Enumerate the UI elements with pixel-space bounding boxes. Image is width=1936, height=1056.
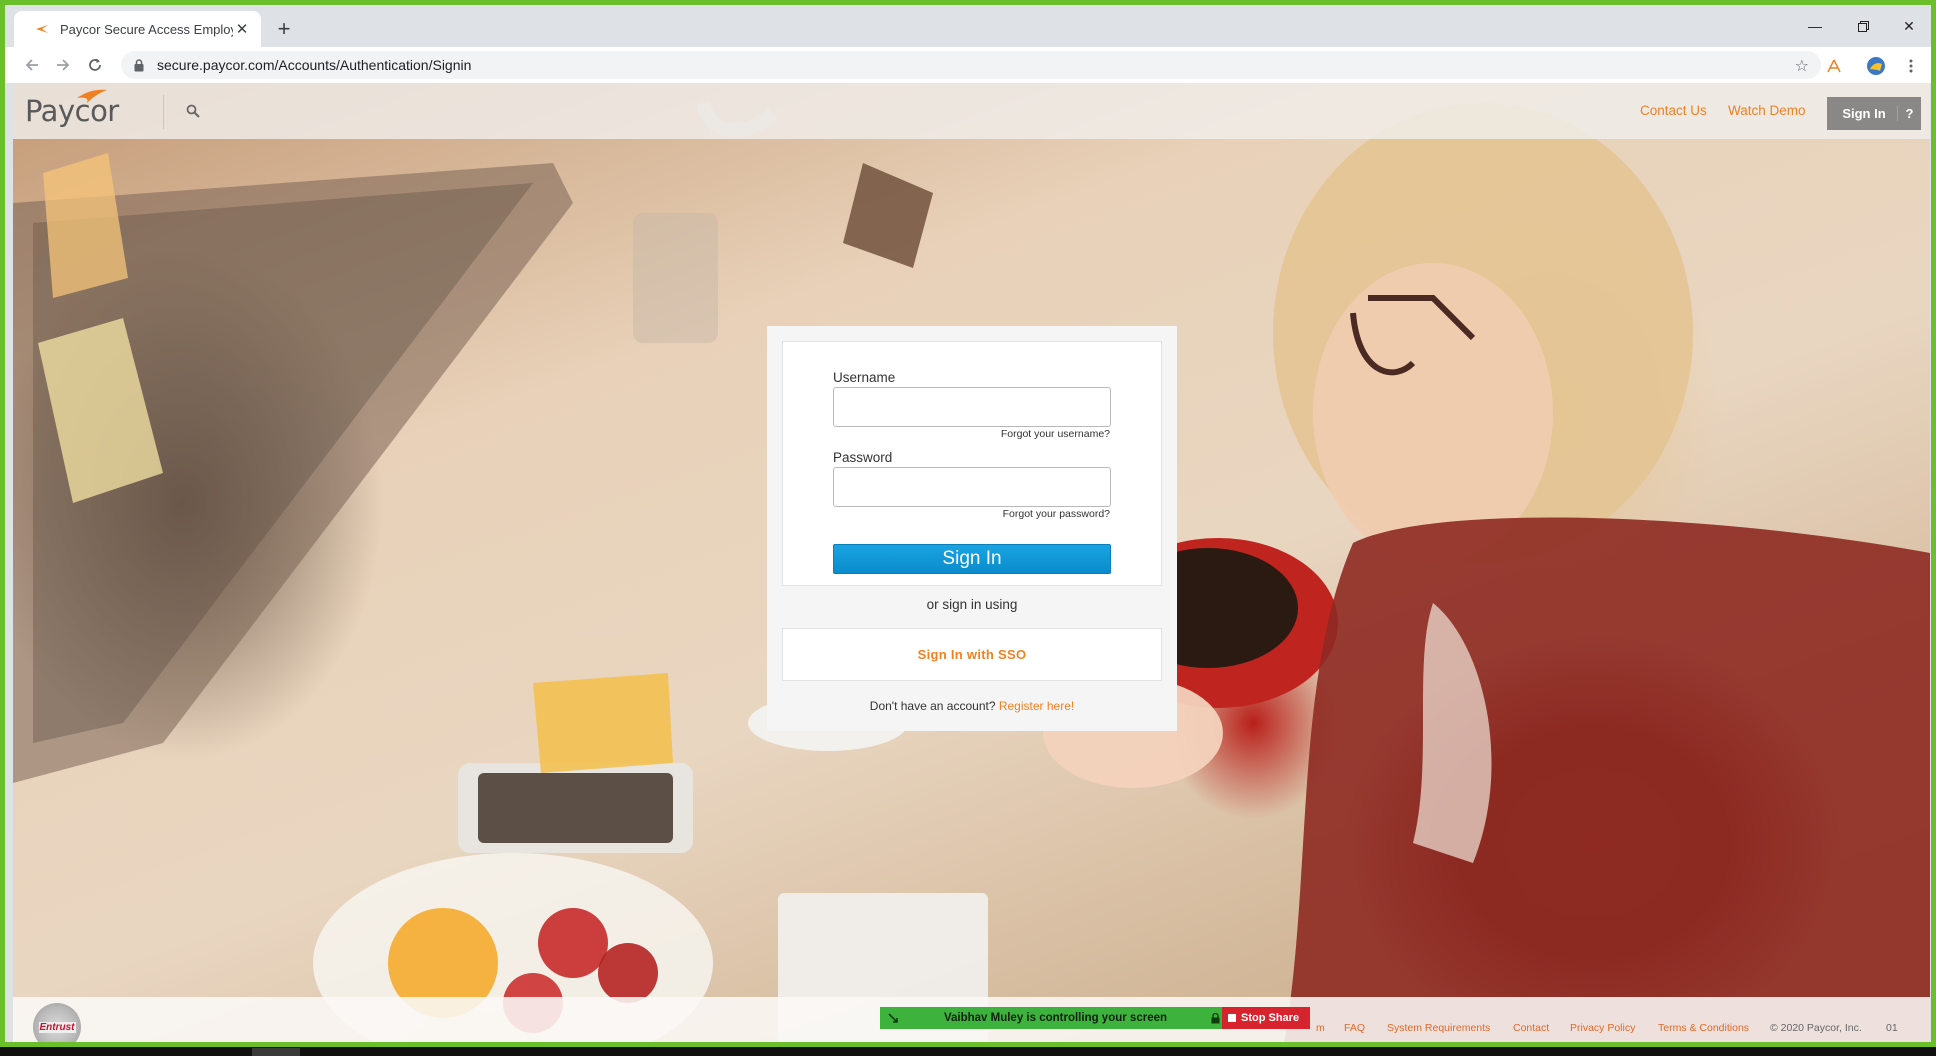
watch-demo-link[interactable]: Watch Demo	[1728, 103, 1806, 118]
new-tab-icon[interactable]: +	[273, 16, 295, 41]
paycor-swoosh-icon	[77, 89, 107, 103]
window-close-icon[interactable]: ✕	[1897, 15, 1921, 37]
os-taskbar	[0, 1047, 1936, 1056]
contact-us-link[interactable]: Contact Us	[1640, 103, 1707, 118]
register-row: Don't have an account? Register here!	[767, 699, 1177, 713]
share-grip-icon[interactable]	[880, 1012, 906, 1024]
reload-icon[interactable]	[84, 54, 106, 76]
footer-trailing-text: 01	[1886, 1022, 1898, 1034]
password-label: Password	[833, 450, 893, 465]
stop-share-button[interactable]: Stop Share	[1222, 1007, 1310, 1029]
browser-tab[interactable]: Paycor Secure Access Employee ✕	[14, 11, 261, 47]
search-icon[interactable]	[183, 101, 203, 121]
profile-avatar-icon[interactable]	[1865, 55, 1887, 77]
lock-icon[interactable]	[131, 58, 147, 72]
minimize-icon[interactable]: —	[1803, 15, 1827, 37]
entrust-seal[interactable]: Entrust	[33, 1003, 81, 1042]
tab-title: Paycor Secure Access Employee	[60, 21, 233, 37]
browser-tab-strip: Paycor Secure Access Employee ✕ + — ✕	[5, 5, 1931, 47]
footer-link-faq[interactable]: FAQ	[1344, 1022, 1365, 1034]
screen-share-banner[interactable]: Vaibhav Muley is controlling your screen	[880, 1007, 1225, 1029]
screen-share-frame: Paycor Secure Access Employee ✕ + — ✕ se…	[0, 0, 1936, 1047]
copyright-text: © 2020 Paycor, Inc.	[1770, 1022, 1862, 1034]
username-input[interactable]	[833, 387, 1111, 427]
sign-in-button[interactable]: Sign In	[833, 544, 1111, 574]
url-text: secure.paycor.com/Accounts/Authenticatio…	[157, 57, 472, 73]
stop-share-label: Stop Share	[1241, 1012, 1300, 1024]
footer-link-system-requirements[interactable]: System Requirements	[1387, 1022, 1490, 1034]
help-icon[interactable]: ?	[1897, 106, 1921, 121]
browser-menu-icon[interactable]	[1900, 55, 1922, 77]
forgot-password-link[interactable]: Forgot your password?	[1003, 508, 1110, 520]
forward-arrow-icon[interactable]	[52, 54, 74, 76]
footer-link-privacy-policy[interactable]: Privacy Policy	[1570, 1022, 1635, 1034]
forgot-username-link[interactable]: Forgot your username?	[1001, 428, 1110, 440]
footer-link-terms[interactable]: Terms & Conditions	[1658, 1022, 1749, 1034]
username-label: Username	[833, 370, 896, 385]
stop-square-icon	[1228, 1014, 1236, 1022]
site-header: Paycor Contact Us Watch Demo Sign In ?	[13, 83, 1930, 139]
paycor-favicon-icon	[34, 21, 50, 37]
acrobat-extension-icon[interactable]	[1823, 55, 1845, 77]
register-link[interactable]: Register here!	[999, 699, 1074, 713]
no-account-text: Don't have an account?	[869, 699, 996, 713]
bookmark-star-icon[interactable]: ☆	[1795, 56, 1809, 76]
login-card: Username Forgot your username? Password …	[767, 326, 1177, 731]
restore-icon[interactable]	[1851, 15, 1875, 37]
page-viewport: Paycor Contact Us Watch Demo Sign In ? U…	[13, 83, 1930, 1042]
taskbar-app-chip[interactable]	[252, 1048, 300, 1056]
browser-toolbar: secure.paycor.com/Accounts/Authenticatio…	[5, 47, 1931, 83]
footer-link-partial[interactable]: m	[1316, 1022, 1325, 1034]
or-sign-in-using-text: or sign in using	[926, 597, 1018, 612]
paycor-logo[interactable]: Paycor	[25, 89, 119, 129]
header-sign-in-button[interactable]: Sign In ?	[1827, 97, 1921, 130]
screen-share-message: Vaibhav Muley is controlling your screen	[943, 1012, 1168, 1024]
tab-close-icon[interactable]: ✕	[233, 20, 251, 38]
sso-sign-in-button[interactable]: Sign In with SSO	[782, 628, 1162, 681]
footer-link-contact[interactable]: Contact	[1513, 1022, 1549, 1034]
password-input[interactable]	[833, 467, 1111, 507]
back-arrow-icon[interactable]	[21, 54, 43, 76]
header-divider	[163, 95, 164, 129]
address-bar[interactable]: secure.paycor.com/Accounts/Authenticatio…	[121, 51, 1821, 79]
login-form: Username Forgot your username? Password …	[782, 341, 1162, 586]
entrust-seal-text: Entrust	[38, 1021, 76, 1033]
header-sign-in-label: Sign In	[1842, 106, 1886, 121]
